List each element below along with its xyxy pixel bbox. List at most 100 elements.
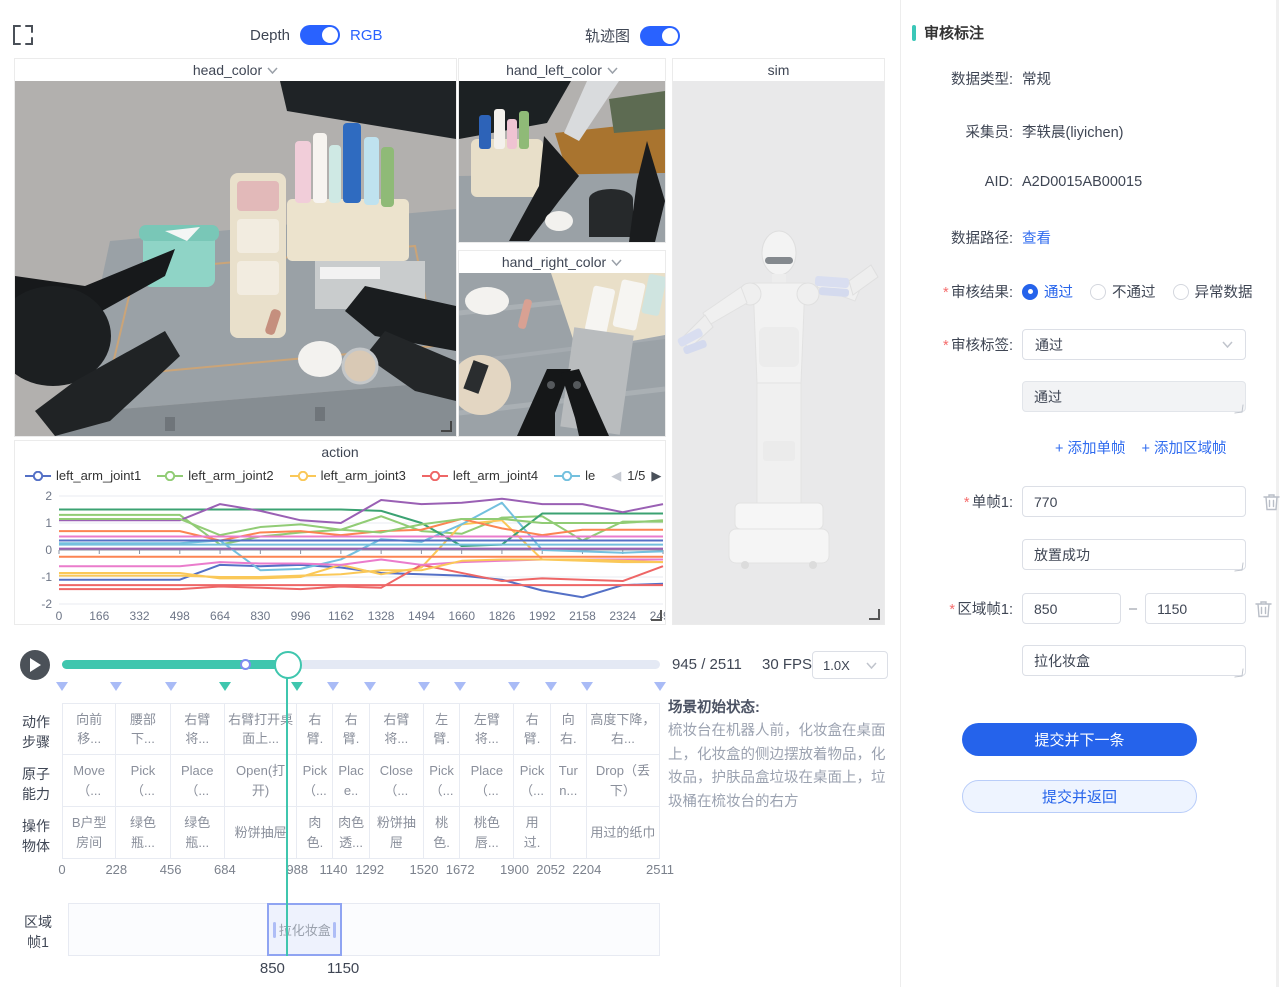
step-cell-skill[interactable]: Move（... (62, 755, 116, 807)
step-cell-step[interactable]: 右臂. (297, 703, 333, 755)
step-cell-skill[interactable]: Pick（... (424, 755, 460, 807)
region-end-input[interactable] (1145, 593, 1246, 624)
legend-item[interactable]: left_arm_joint2 (157, 468, 273, 483)
submit-next-button[interactable]: 提交并下一条 (962, 723, 1197, 756)
single-frame-input[interactable] (1022, 486, 1246, 517)
frame-boundary-marker[interactable] (581, 682, 593, 691)
step-cell-step[interactable]: 右臂. (514, 703, 550, 755)
step-cell-object[interactable]: B户型房间 (62, 807, 116, 859)
review-tag-select[interactable]: 通过 (1022, 329, 1246, 360)
add-single-frame-link[interactable]: + 添加单帧 (1055, 437, 1126, 458)
step-cell-skill[interactable]: Close（... (370, 755, 424, 807)
step-cell-skill[interactable]: Drop（丢下） (587, 755, 660, 807)
hand-right-camera-image (459, 273, 665, 436)
trajectory-switch[interactable] (640, 26, 680, 46)
head-camera-selector[interactable]: head_color (15, 59, 456, 81)
step-cell-step[interactable]: 左臂将... (460, 703, 514, 755)
frame-boundary-marker[interactable] (364, 682, 376, 691)
step-cell-step[interactable]: 右臂将... (171, 703, 225, 755)
legend-item[interactable]: left_arm_joint4 (422, 468, 538, 483)
depth-rgb-switch[interactable] (300, 25, 340, 45)
hand-right-camera-selector[interactable]: hand_right_color (459, 251, 665, 273)
legend-item[interactable]: left_arm_joint1 (25, 468, 141, 483)
speed-select[interactable]: 1.0X (812, 651, 888, 679)
step-cell-skill[interactable]: Pick（... (297, 755, 333, 807)
chevron-down-icon (607, 67, 618, 74)
legend-item[interactable]: left_arm_joint3 (290, 468, 406, 483)
step-cell-skill[interactable]: Place（... (460, 755, 514, 807)
steps-axis-label: 456 (160, 862, 182, 877)
radio-icon[interactable] (1090, 284, 1106, 300)
region-frame-note-textarea[interactable]: 拉化妆盒 (1022, 645, 1246, 676)
legend-next-icon[interactable]: ▶ (651, 469, 661, 482)
add-region-frame-link[interactable]: + 添加区域帧 (1142, 437, 1227, 458)
review-result-option[interactable]: 异常数据 (1173, 281, 1253, 302)
frame-boundary-marker[interactable] (418, 682, 430, 691)
legend-prev-icon[interactable]: ◀ (611, 469, 621, 482)
play-button[interactable] (20, 650, 50, 680)
step-cell-object[interactable]: 肉色. (297, 807, 333, 859)
slider-handle[interactable] (274, 651, 302, 679)
step-cell-object[interactable]: 肉色透... (333, 807, 369, 859)
step-cell-skill[interactable]: Pick（... (116, 755, 170, 807)
step-cell-object[interactable]: 粉饼抽屉 (370, 807, 424, 859)
resize-handle[interactable] (651, 610, 662, 621)
region-right-handle[interactable] (333, 922, 336, 938)
step-cell-object[interactable]: 绿色瓶... (116, 807, 170, 859)
data-path-view-link[interactable]: 查看 (1022, 227, 1051, 248)
resize-handle[interactable] (869, 609, 880, 620)
region-start-input[interactable] (1022, 593, 1121, 624)
step-cell-step[interactable]: 向右. (551, 703, 587, 755)
frame-boundary-marker[interactable] (545, 682, 557, 691)
step-cell-step[interactable]: 向前移... (62, 703, 116, 755)
step-cell-object[interactable]: 桃色唇... (460, 807, 514, 859)
step-cell-step[interactable]: 高度下降，右... (587, 703, 660, 755)
region-left-handle[interactable] (273, 922, 276, 938)
region-frame-track[interactable]: 拉化妆盒 (68, 903, 660, 956)
region-frame-highlight[interactable]: 拉化妆盒 (267, 903, 342, 956)
resize-handle[interactable] (441, 421, 452, 432)
legend-item[interactable]: le (554, 468, 595, 483)
frame-boundary-marker[interactable] (508, 682, 520, 691)
radio-icon[interactable] (1173, 284, 1189, 300)
delete-region-frame-icon[interactable] (1255, 600, 1272, 618)
step-cell-step[interactable]: 右臂将... (370, 703, 424, 755)
fullscreen-icon[interactable] (12, 24, 34, 46)
step-cell-skill[interactable]: Pick（... (514, 755, 550, 807)
hand-left-camera-selector[interactable]: hand_left_color (459, 59, 665, 81)
svg-text:498: 498 (170, 609, 190, 623)
review-tag-note-textarea[interactable]: 通过 (1022, 381, 1246, 412)
step-cell-object[interactable]: 用过. (514, 807, 550, 859)
step-cell-step[interactable]: 左臂. (424, 703, 460, 755)
single-frame-note-textarea[interactable]: 放置成功 (1022, 539, 1246, 570)
step-cell-object[interactable] (551, 807, 587, 859)
frame-boundary-marker[interactable] (110, 682, 122, 691)
step-cell-object[interactable]: 用过的纸巾 (587, 807, 660, 859)
frame-boundary-marker[interactable] (165, 682, 177, 691)
radio-selected-icon[interactable] (1022, 284, 1038, 300)
timeline-slider[interactable] (62, 660, 660, 669)
frame-boundary-marker[interactable] (327, 682, 339, 691)
step-cell-object[interactable]: 桃色. (424, 807, 460, 859)
svg-text:2: 2 (45, 489, 52, 503)
review-result-option[interactable]: 不通过 (1090, 281, 1156, 302)
delete-single-frame-icon[interactable] (1263, 493, 1280, 511)
frame-boundary-marker[interactable] (219, 682, 231, 691)
step-cell-step[interactable]: 右臂. (333, 703, 369, 755)
frame-boundary-marker[interactable] (654, 682, 666, 691)
frame-boundary-marker[interactable] (56, 682, 68, 691)
review-result-option[interactable]: 通过 (1022, 281, 1073, 302)
frame-boundary-marker[interactable] (291, 682, 303, 691)
depth-rgb-toggle-group: Depth RGB (250, 25, 383, 45)
step-cell-step[interactable]: 腰部下... (116, 703, 170, 755)
rgb-label: RGB (350, 27, 383, 44)
step-cell-skill[interactable]: Place（... (171, 755, 225, 807)
step-cell-object[interactable]: 绿色瓶... (171, 807, 225, 859)
step-cell-skill[interactable]: Place.. (333, 755, 369, 807)
scene-text: 梳妆台在机器人前，化妆盒在桌面上，化妆盒的侧边摆放着物品，化妆品，护肤品盒垃圾在… (668, 720, 898, 814)
step-cell-skill[interactable]: Turn... (551, 755, 587, 807)
head-camera-title: head_color (193, 62, 262, 78)
steps-axis-label: 2511 (646, 862, 674, 877)
submit-return-button[interactable]: 提交并返回 (962, 780, 1197, 813)
frame-boundary-marker[interactable] (454, 682, 466, 691)
